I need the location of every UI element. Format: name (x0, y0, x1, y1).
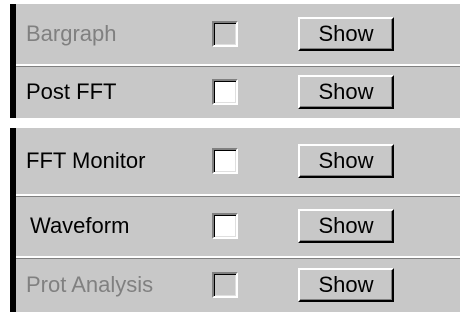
row-prot-analysis: Prot Analysis Show (16, 256, 460, 312)
fft-monitor-show-button[interactable]: Show (298, 144, 394, 178)
prot-analysis-checkbox[interactable] (212, 272, 238, 298)
bargraph-label: Bargraph (26, 21, 117, 46)
row-bargraph: Bargraph Show (16, 4, 460, 64)
post-fft-label: Post FFT (26, 79, 117, 104)
fft-monitor-label: FFT Monitor (26, 148, 146, 173)
post-fft-checkbox[interactable] (212, 79, 238, 105)
row-fft-monitor: FFT Monitor Show (16, 128, 460, 194)
settings-window: Bargraph Show Post FFT Show FFT Monitor … (0, 0, 476, 314)
fft-monitor-checkbox[interactable] (212, 148, 238, 174)
panel-top: Bargraph Show Post FFT Show (10, 4, 460, 118)
waveform-checkbox[interactable] (212, 213, 238, 239)
bargraph-checkbox[interactable] (212, 21, 238, 47)
prot-analysis-show-button[interactable]: Show (298, 268, 394, 302)
waveform-label: Waveform (30, 213, 130, 238)
prot-analysis-label: Prot Analysis (26, 272, 154, 297)
waveform-show-button[interactable]: Show (298, 209, 394, 243)
row-post-fft: Post FFT Show (16, 64, 460, 118)
post-fft-show-button[interactable]: Show (298, 75, 394, 109)
bargraph-show-button[interactable]: Show (298, 17, 394, 51)
row-waveform: Waveform Show (16, 194, 460, 256)
panel-bottom: FFT Monitor Show Waveform Show Prot Anal… (10, 128, 460, 312)
